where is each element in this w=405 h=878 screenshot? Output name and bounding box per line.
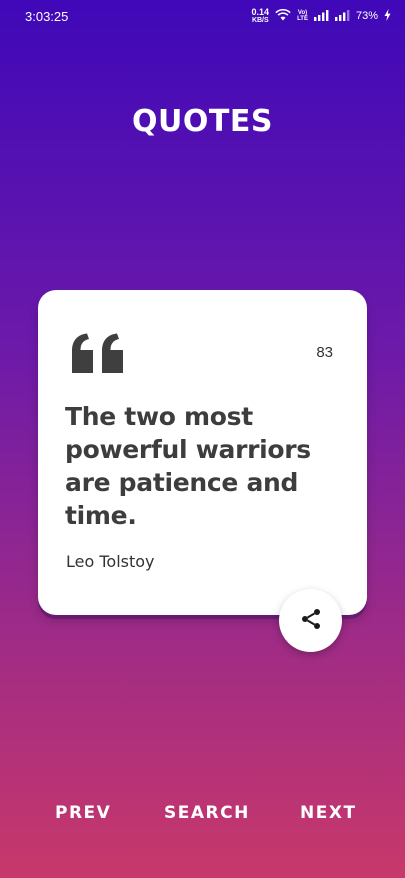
next-button[interactable]: NEXT: [300, 803, 357, 823]
volte-indicator: Vo) LTE: [297, 10, 308, 22]
status-bar: 3:03:25 0.14 KB/S Vo) LTE 73%: [0, 0, 405, 32]
quote-text: The two most powerful warriors are patie…: [65, 402, 311, 530]
clock: 3:03:25: [25, 8, 69, 24]
share-icon: [299, 607, 323, 635]
volte-bottom: LTE: [297, 16, 308, 22]
signal-icon: [334, 9, 350, 24]
quote-author: Leo Tolstoy: [66, 552, 155, 571]
search-button[interactable]: SEARCH: [164, 803, 250, 823]
quote-number: 83: [316, 344, 333, 361]
network-speed-value: 0.14: [251, 7, 270, 17]
quote-card: 83 The two most powerful warriors are pa…: [38, 290, 367, 615]
wifi-icon: [275, 8, 291, 24]
signal-icon: [313, 9, 329, 24]
status-icons: 0.14 KB/S Vo) LTE 73%: [252, 8, 391, 24]
quote-mark-icon: [70, 333, 126, 373]
bottom-nav: PREV SEARCH NEXT: [0, 803, 405, 829]
page-title: QUOTES: [132, 104, 273, 139]
battery-percent: 73%: [355, 10, 378, 22]
network-speed-unit: KB/S: [251, 17, 269, 24]
network-speed: 0.14 KB/S: [251, 7, 270, 25]
share-button[interactable]: [279, 589, 342, 652]
battery-charging-icon: [384, 8, 391, 24]
prev-button[interactable]: PREV: [55, 803, 111, 823]
